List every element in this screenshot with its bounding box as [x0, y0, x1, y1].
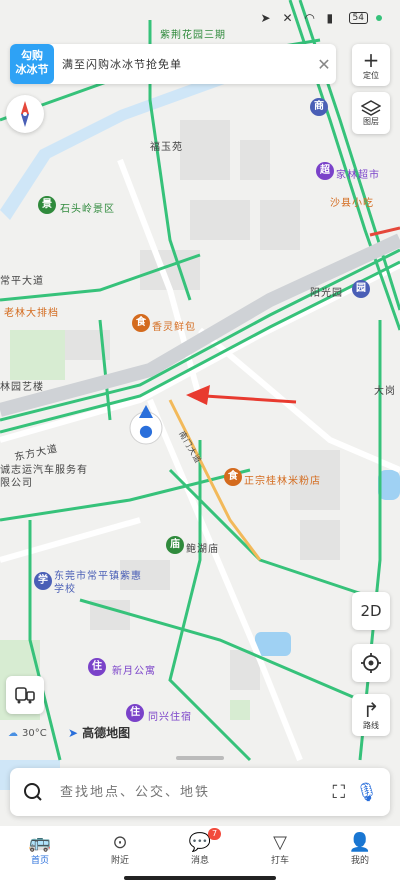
microphone-icon[interactable]: 🎙	[355, 782, 390, 803]
map-label-place-13[interactable]: 诚志运汽车服务有限公司	[0, 464, 90, 490]
map-label-place-2[interactable]: 福玉苑	[150, 138, 183, 153]
map-label-place-14[interactable]: 鲍湖庙	[186, 540, 219, 555]
map-label-place-10[interactable]: 东莞市常平镇紫惠学校	[54, 570, 144, 596]
add-label: 定位	[363, 70, 379, 80]
status-bar: ➤ ✕ ◠ ▮ 54	[0, 0, 400, 36]
battery-level: 54	[348, 12, 368, 24]
signal-icon: ▮	[326, 11, 334, 25]
svg-text:●: ●	[139, 421, 153, 440]
tab-me-label: 我的	[350, 856, 369, 866]
app-root: ● 紫荆花园三期 福玉苑 石头岭景区 老林大排档 家林超市 沙县小吃 香灵鲜包 …	[0, 0, 400, 890]
locate-button[interactable]	[352, 644, 390, 682]
mode-2d-label: 2D	[360, 602, 382, 620]
mute-icon: ✕	[282, 11, 293, 25]
map-label-place-6[interactable]: 沙县小吃	[330, 194, 374, 209]
route-label: 路线	[363, 720, 379, 730]
tab-home[interactable]: 🚌 首页	[0, 826, 80, 890]
tab-taxi-label: 打车	[270, 856, 289, 866]
location-status-icon: ➤	[260, 11, 271, 25]
search-input[interactable]	[50, 784, 323, 800]
compass-icon[interactable]	[6, 95, 44, 133]
plus-icon: +	[362, 47, 380, 72]
bus-home-icon: 🚌	[28, 832, 52, 853]
map-label-place-17[interactable]: 常平大道	[0, 272, 44, 287]
drag-handle[interactable]	[176, 756, 224, 760]
tab-me[interactable]: 👤 我的	[320, 826, 400, 890]
home-indicator[interactable]	[124, 876, 276, 880]
taxi-icon: ▽	[273, 832, 287, 853]
cloud-icon: ☁	[8, 728, 18, 739]
poi-pin-supermarket[interactable]: 超	[316, 162, 334, 180]
poi-pin-apartment[interactable]: 住	[88, 658, 106, 676]
close-icon[interactable]: ✕	[312, 55, 336, 74]
promo-text: 满至闪购冰冰节抢免单	[62, 58, 182, 71]
search-bar[interactable]: ⛶ 🎙	[10, 768, 390, 816]
user-icon: 👤	[348, 832, 372, 853]
brand-name: 高德地图	[82, 726, 131, 740]
search-icon	[24, 783, 42, 801]
map-label-place-12[interactable]: 同兴住宿	[148, 708, 192, 723]
map-label-place-7[interactable]: 香灵鲜包	[152, 318, 196, 333]
poi-pin-scenic[interactable]: 景	[38, 196, 56, 214]
layers-icon	[361, 99, 381, 116]
map-label-place-11[interactable]: 新月公寓	[112, 662, 156, 677]
tab-taxi[interactable]: ▽ 打车	[240, 826, 320, 890]
map-label-place-8[interactable]: 阳光园	[310, 284, 343, 299]
mode-2d-button[interactable]: 2D	[352, 592, 390, 630]
map-label-place-5[interactable]: 家林超市	[336, 166, 380, 181]
poi-pin-school[interactable]: 学	[34, 572, 52, 590]
transit-button[interactable]	[6, 676, 44, 714]
promo-banner[interactable]: 勾购 冰冰节 满至闪购冰冰节抢免单 ✕	[10, 44, 336, 84]
locate-icon	[361, 653, 381, 673]
map-label-place-16[interactable]: 林园艺楼	[0, 378, 44, 393]
tab-home-label: 首页	[30, 856, 49, 866]
route-icon: ↱	[362, 697, 380, 722]
promo-logo-line2: 冰冰节	[15, 63, 49, 76]
layers-label: 图层	[363, 116, 379, 126]
poi-pin-restaurant[interactable]: 食	[224, 468, 242, 486]
weather-temp: 30°C	[22, 728, 47, 739]
poi-pin-bakery[interactable]: 食	[132, 314, 150, 332]
message-badge: 7	[208, 828, 222, 840]
poi-pin-temple[interactable]: 庙	[166, 536, 184, 554]
layers-button[interactable]: 图层	[352, 92, 390, 134]
map-label-place-15[interactable]: 大岗	[374, 382, 396, 397]
dot-indicator-icon	[376, 15, 382, 21]
poi-pin-hostel[interactable]: 住	[126, 704, 144, 722]
brand-logo: ➤ 高德地图	[68, 724, 130, 741]
tab-nearby[interactable]: ⊙ 附近	[80, 826, 160, 890]
add-button[interactable]: + 定位	[352, 44, 390, 86]
tab-nearby-label: 附近	[110, 856, 129, 866]
pin-icon: ⊙	[112, 832, 128, 853]
route-button[interactable]: ↱ 路线	[352, 694, 390, 736]
tab-messages[interactable]: 💬 7 消息	[160, 826, 240, 890]
map-label-place-3[interactable]: 石头岭景区	[60, 200, 115, 215]
poi-pin-park[interactable]: 园	[352, 280, 370, 298]
tab-messages-label: 消息	[190, 856, 209, 866]
weather-widget[interactable]: ☁ 30°C	[8, 728, 47, 739]
map-label-place-4[interactable]: 老林大排档	[4, 304, 59, 319]
bus-icon	[15, 687, 35, 704]
map-label-place-9[interactable]: 正宗桂林米粉店	[244, 472, 321, 487]
promo-logo: 勾购 冰冰节	[10, 44, 54, 84]
scan-icon[interactable]: ⛶	[323, 782, 356, 803]
promo-logo-line1: 勾购	[21, 49, 43, 62]
poi-pin-mall[interactable]: 商	[310, 98, 328, 116]
brand-icon: ➤	[68, 725, 79, 740]
bottom-tab-bar: 🚌 首页 ⊙ 附近 💬 7 消息 ▽ 打车 👤 我的	[0, 826, 400, 890]
wifi-icon: ◠	[304, 11, 316, 25]
